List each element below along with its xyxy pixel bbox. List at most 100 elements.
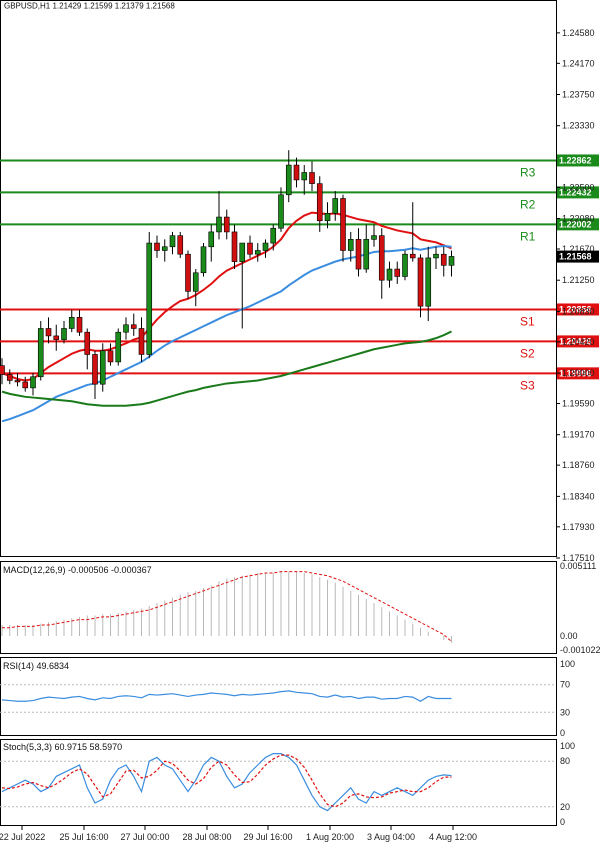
candle-bear xyxy=(53,335,60,340)
candle-bear xyxy=(107,350,114,363)
level-name-s1: S1 xyxy=(520,314,535,328)
candle-bull xyxy=(37,328,44,378)
price-tick-label: 1.20830 xyxy=(562,306,595,316)
candle-bull xyxy=(68,317,75,329)
candle-bear xyxy=(316,183,323,222)
candle-bear xyxy=(138,328,145,355)
time-tick-label: 29 Jul 16:00 xyxy=(243,832,292,842)
level-name-r1: R1 xyxy=(520,229,536,243)
price-tick-label: 1.20420 xyxy=(562,337,595,347)
candle-bear xyxy=(293,164,300,181)
candle-bull xyxy=(61,328,67,340)
time-tick-label: 3 Aug 04:00 xyxy=(367,832,415,842)
level-name-r3: R3 xyxy=(520,165,536,179)
price-tick-label: 1.20000 xyxy=(562,368,595,378)
candle-bull xyxy=(262,242,269,251)
candle-bull xyxy=(30,376,36,389)
candle-bear xyxy=(92,354,98,385)
candle-bull xyxy=(301,172,308,181)
candle-bull xyxy=(347,239,354,251)
candle-bull xyxy=(448,256,455,266)
candle-bull xyxy=(402,253,408,277)
candle-bear xyxy=(231,231,238,262)
macd-tick-label: -0.001022 xyxy=(560,645,600,655)
chart-header: GBPUSD,H1 1.21429 1.21599 1.21379 1.2156… xyxy=(4,2,175,11)
price-tick-label: 1.19590 xyxy=(562,399,595,409)
oscillator-tick-label: 20 xyxy=(560,802,570,812)
level-price-tag: 1.22862 xyxy=(559,155,592,165)
oscillator-tick-label: 70 xyxy=(560,680,570,690)
candle-bear xyxy=(76,317,83,333)
time-tick-label: 22 Jul 2022 xyxy=(0,832,45,842)
candle-bull xyxy=(123,324,129,333)
candle-bull xyxy=(371,235,377,240)
candle-bear xyxy=(247,242,253,255)
candle-bear xyxy=(378,235,385,281)
candle-bull xyxy=(324,213,331,222)
candle-bear xyxy=(22,381,29,389)
candle-bear xyxy=(355,239,362,270)
oscillator-tick-label: 0 xyxy=(560,728,565,738)
oscillator-tick-label: 100 xyxy=(560,741,575,751)
candle-bull xyxy=(192,272,199,292)
time-tick-label: 1 Aug 20:00 xyxy=(306,832,354,842)
candle-bear xyxy=(440,253,447,266)
price-tick-label: 1.18760 xyxy=(562,460,595,470)
candle-bull xyxy=(169,235,176,248)
oscillator-title: Stoch(5,3,3) 60.9715 58.5970 xyxy=(3,742,122,752)
candle-bull xyxy=(433,253,439,259)
price-tick-label: 1.18340 xyxy=(562,491,595,501)
time-tick-label: 28 Jul 08:00 xyxy=(182,832,231,842)
candle-bear xyxy=(223,216,230,233)
time-tick-label: 4 Aug 12:00 xyxy=(429,832,477,842)
candle-bull xyxy=(254,250,261,255)
candle-bull xyxy=(363,239,370,270)
macd-tick-label: 0.00 xyxy=(560,631,578,641)
main-panel-frame xyxy=(0,0,557,557)
oscillator-tick-label: 100 xyxy=(560,659,575,669)
candle-bull xyxy=(99,350,106,385)
level-name-s3: S3 xyxy=(520,378,535,392)
price-tick-label: 1.24170 xyxy=(562,58,595,68)
time-tick-label: 25 Jul 16:00 xyxy=(59,832,108,842)
price-axis: 1.24580 1.24170 1.23750 1.23330 1.22500 1.220… xyxy=(556,28,599,563)
macd-tick-label: 0.005111 xyxy=(560,561,596,571)
price-chart[interactable]: R31.22862R21.22432R11.22002S11.20856S21.… xyxy=(0,0,600,852)
candle-bear xyxy=(6,374,13,381)
candle-bear xyxy=(340,198,346,251)
candle-bear xyxy=(309,172,315,184)
candle-bear xyxy=(45,328,52,337)
price-tick-label: 1.22080 xyxy=(562,214,595,224)
level-name-r2: R2 xyxy=(520,197,536,211)
price-tick-label: 1.17930 xyxy=(562,522,595,532)
candle-bear xyxy=(154,242,160,251)
oscillator-tick-label: 30 xyxy=(560,707,570,717)
level-name-s2: S2 xyxy=(520,346,535,360)
time-tick-label: 27 Jul 00:00 xyxy=(120,832,169,842)
candle-bear xyxy=(409,253,416,259)
candle-bear xyxy=(177,235,184,255)
candle-bull xyxy=(425,257,432,307)
price-tick-label: 1.23330 xyxy=(562,121,595,131)
macd-panel-frame xyxy=(0,561,557,654)
candle-bull xyxy=(216,216,222,233)
oscillator-tick-label: 0 xyxy=(560,817,565,827)
price-tick-label: 1.19170 xyxy=(562,430,595,440)
stoch-panel-frame xyxy=(0,739,557,826)
candle-bull xyxy=(278,194,284,229)
price-tick-label: 1.21250 xyxy=(562,275,595,285)
macd-title: MACD(12,26,9) -0.000506 -0.000367 xyxy=(3,565,152,575)
candle-bull xyxy=(285,164,292,196)
candle-bear xyxy=(417,257,424,307)
candle-bull xyxy=(239,242,246,262)
candle-bull xyxy=(332,198,339,214)
time-axis: 22 Jul 2022 25 Jul 16:00 27 Jul 00:00 28 Ju… xyxy=(0,826,477,842)
current-price-tag: 1.21568 xyxy=(559,252,592,262)
candle-bear xyxy=(84,331,91,355)
candle-bull xyxy=(386,268,393,281)
candle-bull xyxy=(146,242,153,355)
price-tick-label: 1.23750 xyxy=(562,90,595,100)
price-tick-label: 1.22500 xyxy=(562,182,595,192)
candle-bear xyxy=(185,253,191,292)
rsi-panel-frame xyxy=(0,657,557,736)
